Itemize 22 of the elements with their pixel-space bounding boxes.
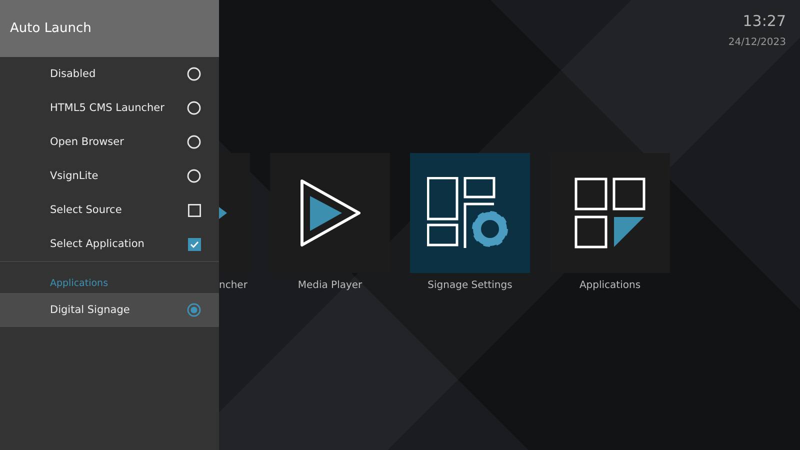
- applications-icon: [574, 177, 646, 249]
- radio-button[interactable]: [187, 303, 201, 317]
- checkbox[interactable]: [188, 204, 201, 216]
- drawer-title: Auto Launch: [10, 21, 92, 36]
- tile-label: Applications: [579, 280, 641, 291]
- clock-date: 24/12/2023: [728, 37, 786, 48]
- list-item[interactable]: Digital Signage: [0, 293, 219, 327]
- option-label: Digital Signage: [50, 304, 130, 316]
- checkbox[interactable]: [188, 238, 201, 250]
- clock-time: 13:27: [742, 12, 786, 30]
- option-label: VsignLite: [50, 170, 98, 182]
- option-label: Open Browser: [50, 136, 124, 148]
- app-tile[interactable]: [410, 153, 530, 273]
- option-label: HTML5 CMS Launcher: [50, 102, 164, 114]
- option-label: Select Source: [50, 204, 122, 216]
- tile-label: Media Player: [298, 280, 362, 291]
- tile-label: Signage Settings: [428, 280, 512, 291]
- tile-label: ncher: [219, 280, 248, 291]
- option-label: Select Application: [50, 238, 144, 250]
- play-icon: [298, 178, 362, 248]
- section-header: Applications: [50, 278, 108, 289]
- option-label: Disabled: [50, 68, 96, 80]
